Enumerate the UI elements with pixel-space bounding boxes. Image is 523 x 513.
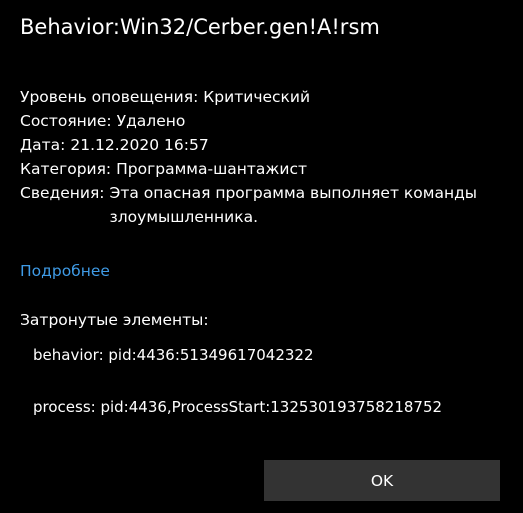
detail-label: Категория:: [20, 160, 112, 178]
threat-details: Уровень оповещения: Критический Состояни…: [20, 85, 510, 229]
detail-value: 21.12.2020 16:57: [70, 136, 209, 154]
detail-label: Состояние:: [20, 112, 112, 130]
detail-date: Дата: 21.12.2020 16:57: [20, 133, 510, 157]
detail-value: Программа-шантажист: [116, 160, 308, 178]
affected-item: process: pid:4436,ProcessStart:132530193…: [33, 398, 443, 416]
detail-status: Состояние: Удалено: [20, 109, 510, 133]
detail-label: Уровень оповещения:: [20, 88, 199, 106]
detail-value: Удалено: [116, 112, 186, 130]
affected-item: behavior: pid:4436:51349617042322: [33, 346, 314, 364]
detail-alert-level: Уровень оповещения: Критический: [20, 85, 510, 109]
affected-items-heading: Затронутые элементы:: [20, 311, 209, 329]
threat-title: Behavior:Win32/Cerber.gen!A!rsm: [20, 15, 380, 39]
threat-details-dialog: Behavior:Win32/Cerber.gen!A!rsm Уровень …: [0, 0, 523, 513]
detail-category: Категория: Программа-шантажист: [20, 157, 510, 181]
detail-label: Сведения:: [20, 184, 105, 202]
learn-more-link[interactable]: Подробнее: [20, 259, 110, 283]
detail-value: Критический: [203, 88, 311, 106]
detail-value: Эта опасная программа выполняет команды …: [109, 184, 478, 226]
affected-items-list: behavior: pid:4436:51349617042322 proces…: [33, 343, 442, 447]
detail-description: Сведения: Эта опасная программа выполняе…: [20, 181, 510, 229]
ok-button[interactable]: OK: [264, 460, 500, 501]
detail-label: Дата:: [20, 136, 66, 154]
